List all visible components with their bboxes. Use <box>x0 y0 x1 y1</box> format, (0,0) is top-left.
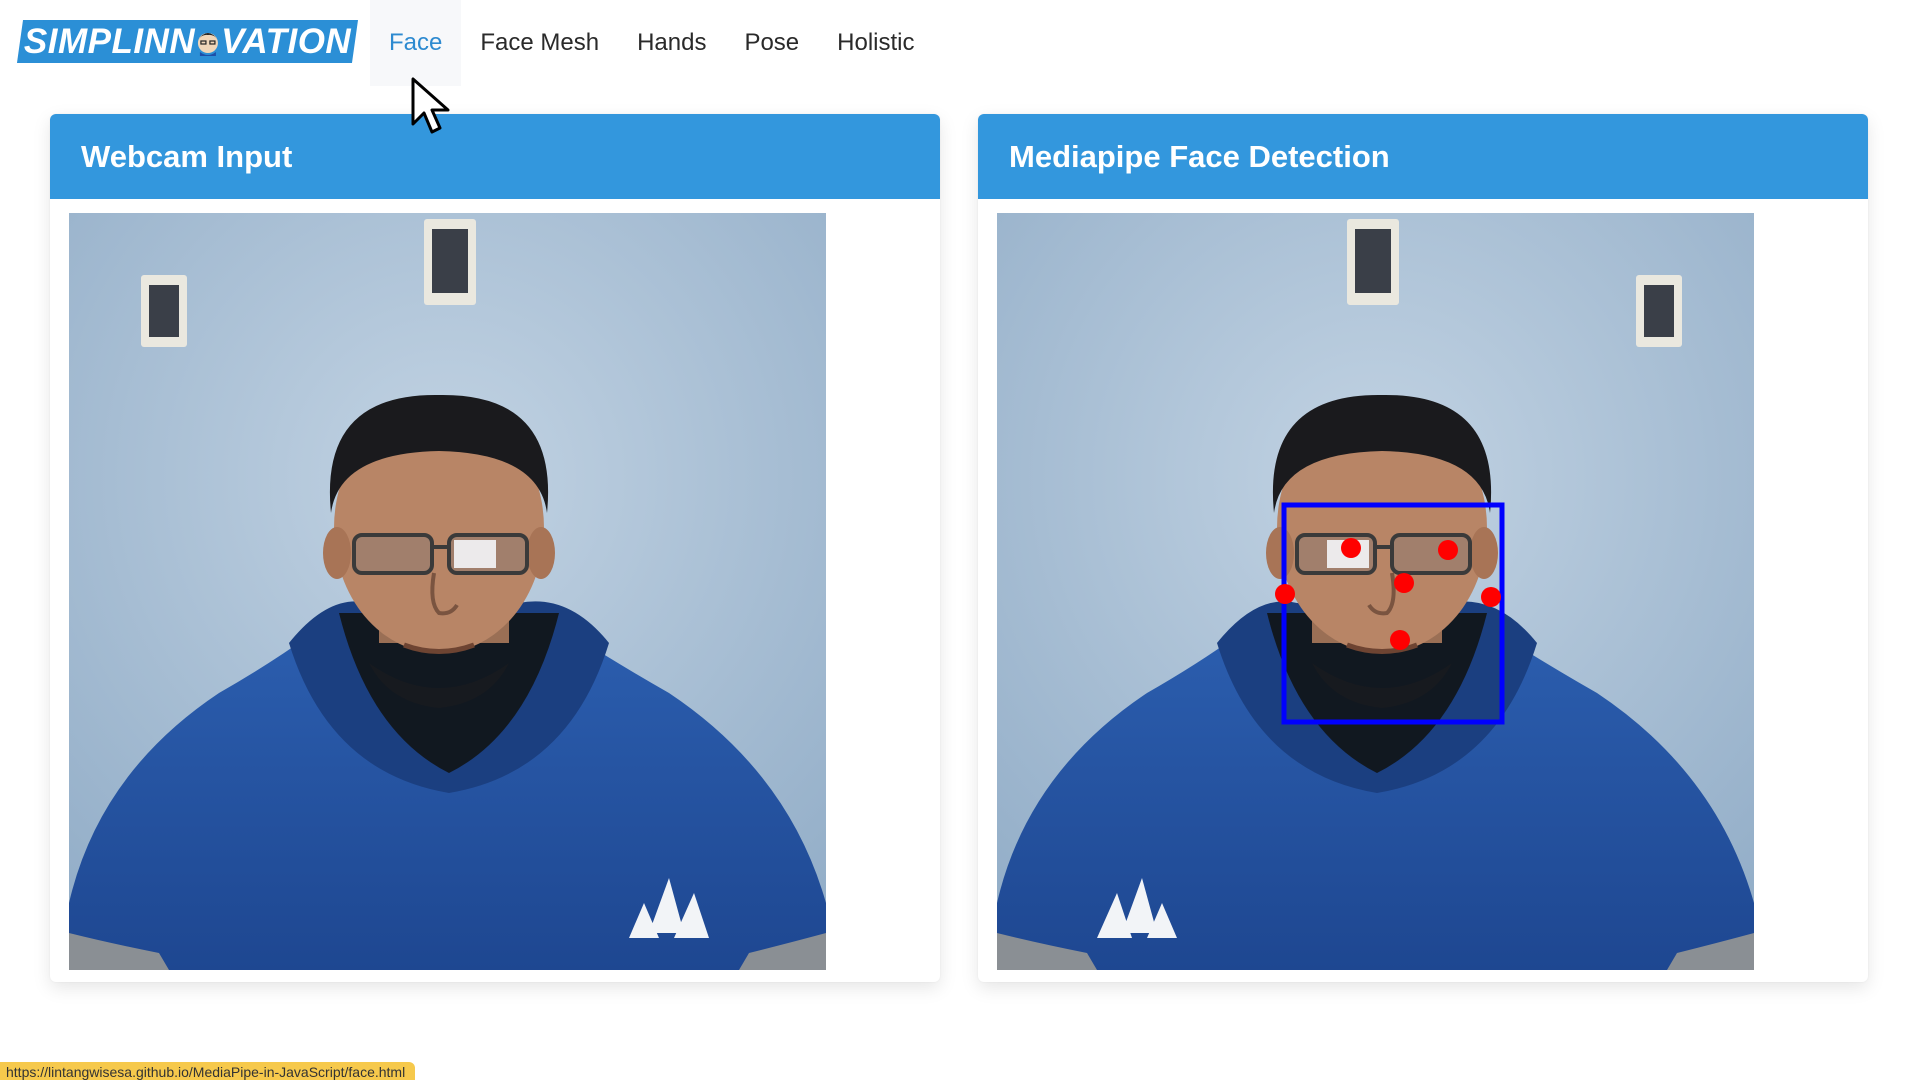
top-navbar: SIMPLINN VATION Face Face Mesh Hands Pos… <box>0 0 1920 86</box>
keypoint-mouth <box>1390 630 1410 650</box>
keypoint-right-ear <box>1275 584 1295 604</box>
nav-item-face-mesh[interactable]: Face Mesh <box>461 0 618 86</box>
detection-frame-image <box>997 213 1754 970</box>
face-detection-title: Mediapipe Face Detection <box>1009 138 1390 174</box>
brand-logo[interactable]: SIMPLINN VATION <box>16 20 359 63</box>
webcam-input-header: Webcam Input <box>50 114 940 199</box>
keypoint-left-ear <box>1481 587 1501 607</box>
nav-item-holistic[interactable]: Holistic <box>818 0 933 86</box>
webcam-video <box>69 213 826 970</box>
brand-text-start: SIMPLINN <box>23 21 196 61</box>
nav-item-hands[interactable]: Hands <box>618 0 725 86</box>
keypoint-right-eye <box>1341 538 1361 558</box>
cursor-arrow-icon <box>411 77 450 134</box>
face-detection-header: Mediapipe Face Detection <box>978 114 1868 199</box>
nav-item-face[interactable]: Face <box>370 0 462 86</box>
webcam-input-card: Webcam Input <box>50 114 940 982</box>
nav-links: Face Face Mesh Hands Pose Holistic <box>370 0 934 86</box>
brand-text-end: VATION <box>221 21 352 61</box>
brand-face-icon <box>198 32 219 56</box>
keypoint-nose-tip <box>1394 573 1414 593</box>
face-detection-card: Mediapipe Face Detection <box>978 114 1868 982</box>
nav-item-pose[interactable]: Pose <box>725 0 818 86</box>
webcam-input-title: Webcam Input <box>81 138 293 174</box>
keypoint-left-eye <box>1438 540 1458 560</box>
webcam-frame-image <box>69 213 826 970</box>
detection-canvas <box>997 213 1754 970</box>
status-bar-url: https://lintangwisesa.github.io/MediaPip… <box>0 1062 416 1080</box>
